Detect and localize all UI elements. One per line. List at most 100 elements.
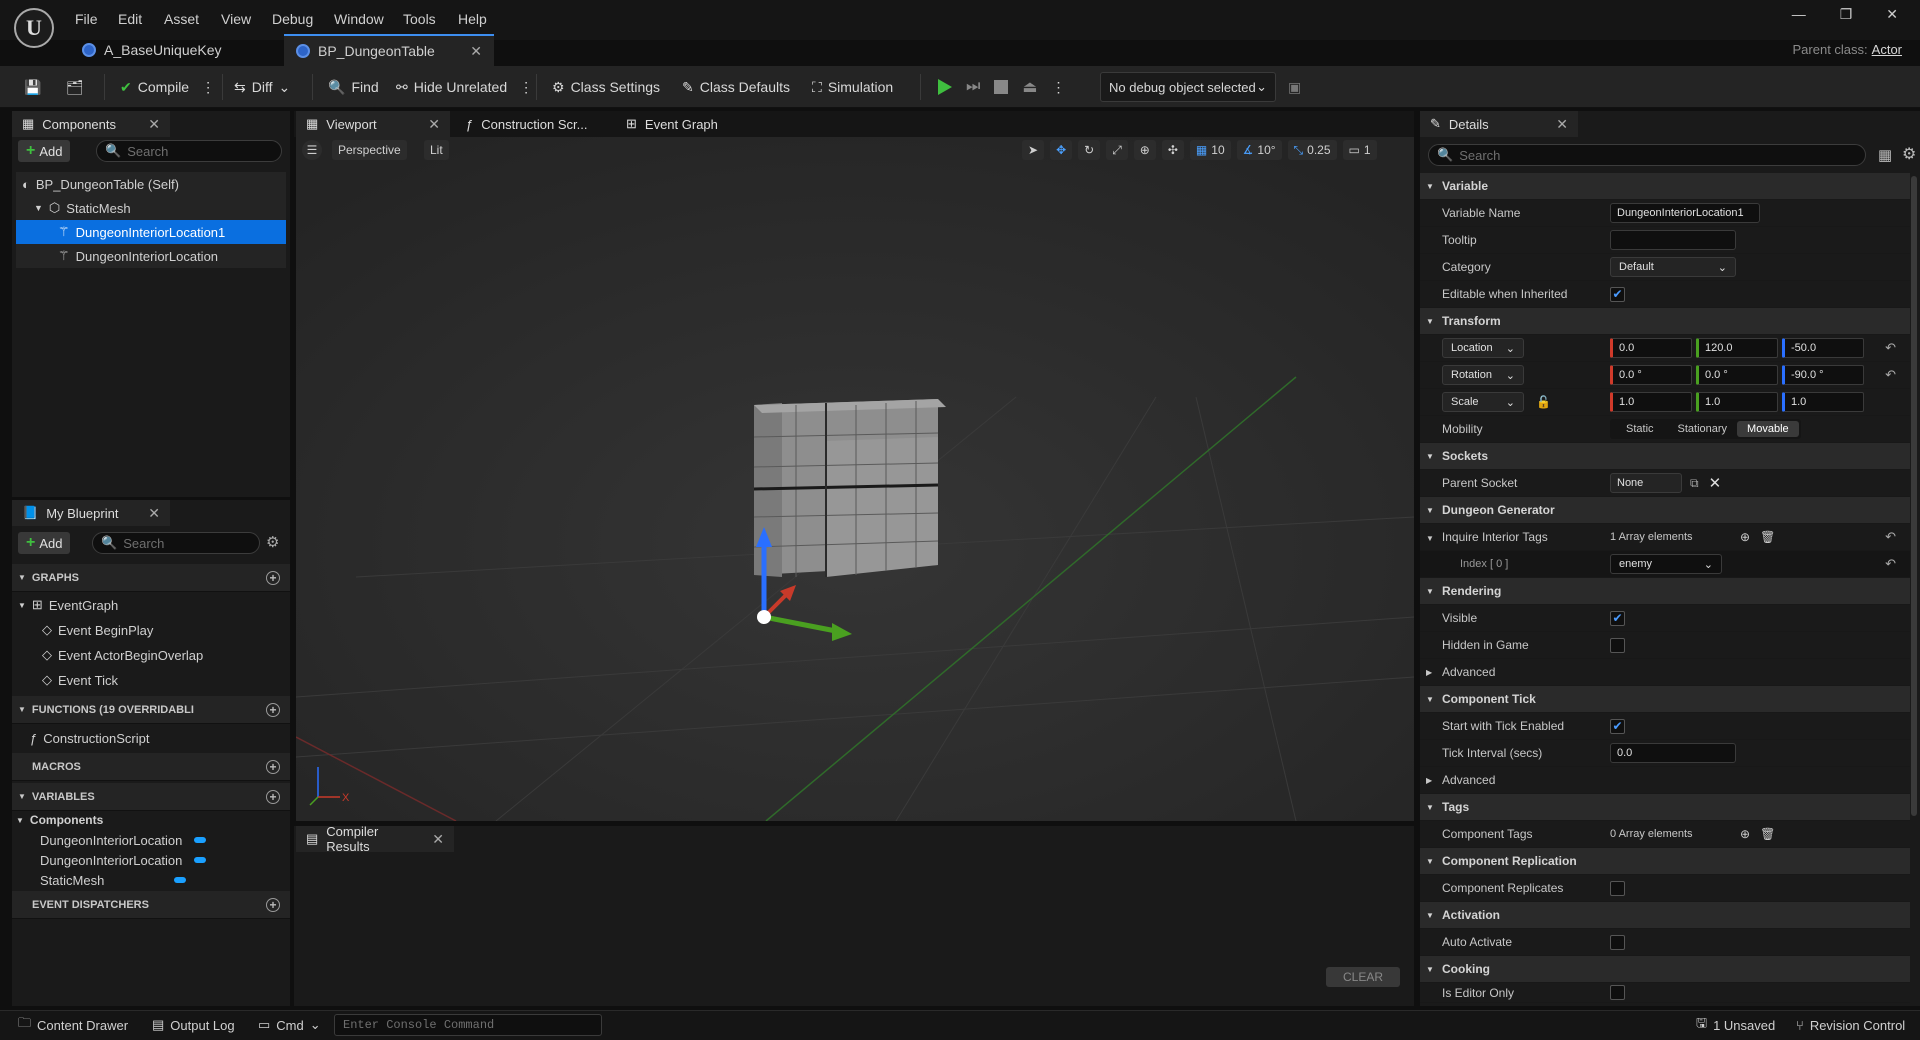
eject-icon[interactable]: ⏏ (1022, 77, 1037, 97)
section-rendering[interactable]: ▼ Rendering (1420, 578, 1910, 605)
section-activation[interactable]: ▼ Activation (1420, 902, 1910, 929)
details-search-input[interactable]: 🔍 Search (1428, 144, 1866, 166)
add-macro-icon[interactable]: + (266, 759, 280, 774)
revision-control-button[interactable]: ⑂ Revision Control (1796, 1010, 1905, 1040)
tab-bp-dungeontable[interactable]: BP_DungeonTable ✕ (284, 34, 494, 66)
section-graphs[interactable]: ▼ GRAPHS + (12, 564, 290, 592)
grid-snap-button[interactable]: ▦ 10 (1189, 140, 1231, 160)
tab-my-blueprint[interactable]: 📘 My Blueprint ✕ (12, 500, 170, 526)
section-event-dispatchers[interactable]: EVENT DISPATCHERS + (12, 891, 290, 919)
close-icon[interactable]: ✕ (428, 116, 440, 133)
section-sockets[interactable]: ▼ Sockets (1420, 443, 1910, 470)
camera-speed-button[interactable]: ▭ 1 (1342, 140, 1377, 160)
row-rendering-advanced[interactable]: ▶ Advanced (1420, 659, 1910, 686)
section-cooking[interactable]: ▼ Cooking (1420, 956, 1910, 983)
browse-icon[interactable]: 🗂 (66, 66, 84, 108)
menu-tools[interactable]: Tools (403, 11, 436, 27)
replicates-checkbox[interactable] (1610, 880, 1625, 896)
tab-a-baseuniquekey[interactable]: A_BaseUniqueKey (70, 34, 280, 66)
select-mode-icon[interactable]: ➤ (1022, 140, 1045, 160)
location-select[interactable]: Location ⌄ (1442, 338, 1524, 358)
rotation-z-input[interactable]: -90.0 ° (1782, 365, 1864, 385)
menu-view[interactable]: View (221, 11, 251, 27)
menu-edit[interactable]: Edit (118, 11, 142, 27)
section-component-replication[interactable]: ▼ Component Replication (1420, 848, 1910, 875)
details-scrollbar[interactable] (1911, 176, 1917, 816)
category-select[interactable]: Default ⌄ (1610, 257, 1736, 277)
section-functions[interactable]: ▼ FUNCTIONS (19 OVERRIDABLI + (12, 696, 290, 724)
close-icon[interactable]: ✕ (148, 505, 160, 522)
add-element-icon[interactable]: ⊕ (1740, 827, 1750, 841)
menu-help[interactable]: Help (458, 11, 487, 27)
restore-icon[interactable]: ❐ (1840, 6, 1853, 23)
row-tick-advanced[interactable]: ▶ Advanced (1420, 767, 1910, 794)
unsaved-button[interactable]: 🖫 1 Unsaved (1696, 1010, 1775, 1040)
component-self[interactable]: ◐ BP_DungeonTable (Self) (22, 172, 179, 196)
surface-snap-icon[interactable]: ✣ (1161, 140, 1184, 160)
stop-icon[interactable] (994, 80, 1009, 94)
my-blueprint-search-input[interactable]: 🔍 Search (92, 532, 260, 554)
menu-debug[interactable]: Debug (272, 11, 313, 27)
component-staticmesh[interactable]: ▼ ⬡ StaticMesh (34, 196, 131, 220)
expand-arrow-icon[interactable]: ▼ (1426, 534, 1434, 543)
add-function-icon[interactable]: + (266, 702, 280, 717)
compile-button[interactable]: ✔ Compile ⋮ (120, 66, 215, 108)
close-window-icon[interactable]: ✕ (1886, 6, 1898, 23)
play-icon[interactable] (938, 79, 952, 95)
editor-only-checkbox[interactable] (1610, 985, 1625, 1000)
cmd-select[interactable]: ▭ Cmd ⌄ (258, 1010, 321, 1040)
component-dungeoninteriorlocation[interactable]: ⚚ DungeonInteriorLocation (58, 244, 218, 268)
more-icon[interactable]: ⋮ (519, 79, 533, 96)
close-icon[interactable]: ✕ (148, 116, 160, 133)
rotation-y-input[interactable]: 0.0 ° (1696, 365, 1778, 385)
coordinate-space-icon[interactable]: ⊕ (1133, 140, 1156, 160)
section-transform[interactable]: ▼ Transform (1420, 308, 1910, 335)
add-member-button[interactable]: + Add (18, 532, 71, 554)
delete-icon[interactable]: 🗑 (1760, 827, 1775, 841)
scale-y-input[interactable]: 1.0 (1696, 392, 1778, 412)
find-button[interactable]: 🔍 Find (328, 66, 379, 108)
index-0-select[interactable]: enemy ⌄ (1610, 554, 1722, 574)
add-graph-icon[interactable]: + (266, 570, 280, 585)
reset-icon[interactable]: ↶ (1885, 367, 1896, 383)
debug-filter-icon[interactable]: ▣ (1288, 66, 1301, 108)
viewport[interactable]: X (296, 137, 1414, 821)
event-tick[interactable]: ◇ Event Tick (42, 668, 118, 692)
event-beginplay[interactable]: ◇ Event BeginPlay (42, 618, 153, 642)
diff-button[interactable]: ⇆ Diff ⌄ (234, 66, 290, 108)
add-variable-icon[interactable]: + (266, 789, 280, 804)
mobility-movable[interactable]: Movable (1737, 421, 1799, 437)
components-search-input[interactable]: 🔍 Search (96, 140, 282, 162)
angle-snap-button[interactable]: ∡ 10° (1236, 140, 1282, 160)
event-actorbeginoverlap[interactable]: ◇ Event ActorBeginOverlap (42, 643, 203, 667)
component-dungeoninteriorlocation1[interactable]: ⚚ DungeonInteriorLocation1 (16, 220, 286, 244)
menu-file[interactable]: File (75, 11, 98, 27)
close-icon[interactable]: ✕ (432, 831, 444, 848)
more-icon[interactable]: ⋮ (201, 79, 215, 96)
hide-unrelated-button[interactable]: ⚯ Hide Unrelated ⋮ (396, 66, 533, 108)
mobility-stationary[interactable]: Stationary (1668, 421, 1738, 437)
mobility-static[interactable]: Static (1612, 421, 1668, 437)
lit-button[interactable]: Lit (424, 140, 449, 160)
visible-checkbox[interactable]: ✔ (1610, 610, 1625, 626)
location-x-input[interactable]: 0.0 (1610, 338, 1692, 358)
parent-class-link[interactable]: Actor (1872, 42, 1902, 57)
reset-icon[interactable]: ↶ (1885, 529, 1896, 545)
console-command-input[interactable]: Enter Console Command (334, 1014, 602, 1036)
rotate-icon[interactable]: ↻ (1078, 140, 1101, 160)
gear-icon[interactable]: ⚙ (1902, 144, 1916, 164)
step-icon[interactable]: ⏭ (966, 78, 980, 96)
viewport-menu-icon[interactable]: ☰ (302, 140, 322, 160)
section-variables[interactable]: ▼ VARIABLES + (12, 783, 290, 811)
section-dungeon-generator[interactable]: ▼ Dungeon Generator (1420, 497, 1910, 524)
rotation-x-input[interactable]: 0.0 ° (1610, 365, 1692, 385)
start-tick-checkbox[interactable]: ✔ (1610, 718, 1625, 734)
tick-interval-input[interactable]: 0.0 (1610, 743, 1736, 763)
parent-socket-field[interactable]: None (1610, 473, 1682, 493)
tooltip-input[interactable] (1610, 230, 1736, 250)
add-element-icon[interactable]: ⊕ (1740, 530, 1750, 544)
browse-icon[interactable]: ⧉ (1690, 476, 1699, 491)
function-constructionscript[interactable]: ƒ ConstructionScript (30, 726, 149, 750)
reset-icon[interactable]: ↶ (1885, 340, 1896, 356)
lock-icon[interactable]: 🔓 (1536, 395, 1551, 409)
